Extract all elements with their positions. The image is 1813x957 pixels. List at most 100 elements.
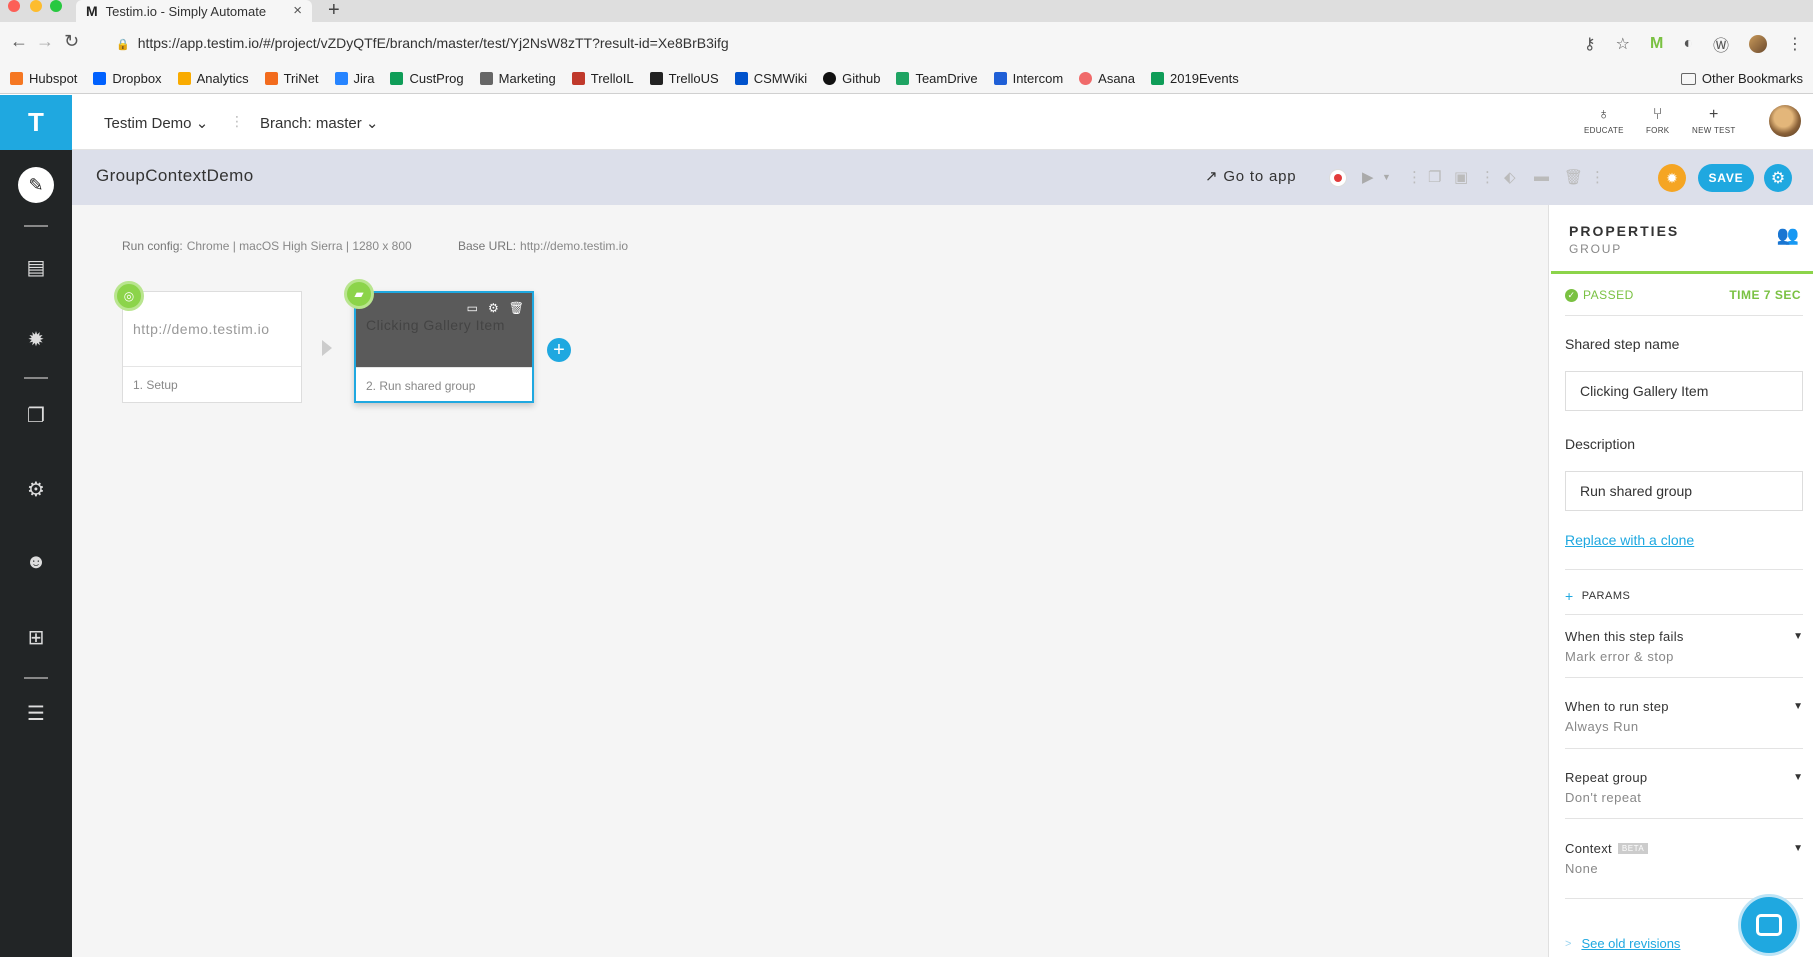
divider <box>1565 315 1803 316</box>
testim-logo[interactable]: T <box>0 95 72 150</box>
sidebar-item-editor[interactable]: ✎ <box>0 167 72 203</box>
bookmark-item[interactable]: Analytics <box>177 71 249 86</box>
trinet-icon <box>264 72 278 85</box>
star-icon[interactable]: ☆ <box>1616 34 1630 54</box>
when-step-fails-dropdown[interactable]: When this step fails Mark error & stop ▼ <box>1565 629 1803 664</box>
run-config[interactable]: Run config: Chrome | macOS High Sierra | … <box>122 239 412 253</box>
url-field[interactable]: 🔒 https://app.testim.io/#/project/vZDyQTf… <box>116 35 729 51</box>
sidebar-item-docs[interactable]: ☰ <box>0 701 72 726</box>
tag-icon[interactable]: ⬖ <box>1504 168 1516 186</box>
test-settings-button[interactable]: ⚙ <box>1764 164 1792 192</box>
folder-move-icon[interactable]: ▬ <box>1534 168 1549 185</box>
close-tab-icon[interactable]: × <box>293 2 302 19</box>
record-button[interactable] <box>1330 170 1346 186</box>
base-url[interactable]: Base URL: http://demo.testim.io <box>458 239 628 253</box>
bug-report-button[interactable]: ✹ <box>1658 164 1686 192</box>
bookmark-item[interactable]: TrelloIL <box>571 71 634 86</box>
address-bar-row: ← → ↻ 🔒 https://app.testim.io/#/project/v… <box>0 22 1813 64</box>
paste-icon[interactable]: ▣ <box>1454 168 1468 186</box>
other-bookmarks[interactable]: Other Bookmarks <box>1680 71 1803 86</box>
more-dots-icon[interactable]: ⋮ <box>1407 168 1422 186</box>
fork-button[interactable]: ⑂ FORK <box>1646 106 1669 136</box>
play-icon[interactable]: ▶ <box>1362 168 1374 186</box>
new-test-button[interactable]: + NEW TEST <box>1692 107 1736 136</box>
bookmark-item[interactable]: Marketing <box>479 71 556 86</box>
screenshot-icon[interactable]: ▭ <box>467 301 478 315</box>
app-top-bar: Testim Demo ⌄ ⋮ Branch: master ⌄ ♁ EDUCAT… <box>72 95 1813 150</box>
more-dots-icon[interactable]: ⋮ <box>1590 168 1605 186</box>
step-card-shared-group[interactable]: Clicking Gallery Item 2. Run shared grou… <box>354 291 534 403</box>
step-card-setup[interactable]: http://demo.testim.io 1. Setup <box>122 291 302 403</box>
bookmark-item[interactable]: Hubspot <box>10 71 77 86</box>
sidebar-divider <box>24 677 48 679</box>
trash-icon[interactable]: 🗑 <box>1564 168 1583 186</box>
extension-w-icon[interactable]: Ⓦ <box>1713 32 1729 56</box>
bookmark-item[interactable]: Asana <box>1079 71 1135 86</box>
bookmark-item[interactable]: Intercom <box>993 71 1063 86</box>
params-button[interactable]: + PARAMS <box>1565 588 1630 604</box>
project-selector[interactable]: Testim Demo ⌄ <box>104 114 208 132</box>
step-caption: 2. Run shared group <box>366 379 476 393</box>
sidebar-item-users[interactable]: ☻ <box>0 551 72 574</box>
sidebar-item-integrations[interactable]: ⊞ <box>0 625 72 650</box>
browser-tab[interactable]: M Testim.io - Simply Automate × <box>76 0 312 22</box>
bookmark-item[interactable]: 2019Events <box>1151 71 1239 86</box>
replace-with-clone-link[interactable]: Replace with a clone <box>1565 532 1694 548</box>
bookmark-item[interactable]: TriNet <box>264 71 319 86</box>
bookmark-item[interactable]: Dropbox <box>93 71 162 86</box>
bookmark-item[interactable]: Github <box>823 71 880 86</box>
bookmark-item[interactable]: TeamDrive <box>896 71 978 86</box>
context-dropdown[interactable]: Context BETA None ▼ <box>1565 841 1803 876</box>
description-field[interactable] <box>1565 471 1803 511</box>
sidebar-item-tests[interactable]: ▤ <box>0 255 72 280</box>
lightbulb-icon: ♁ <box>1597 106 1611 123</box>
sidebar-item-runs[interactable]: ✹ <box>0 327 72 352</box>
bookmark-item[interactable]: TrelloUS <box>649 71 719 86</box>
branch-selector[interactable]: Branch: master ⌄ <box>260 114 378 132</box>
test-name[interactable]: GroupContextDemo <box>96 166 254 186</box>
bookmark-item[interactable]: CustProg <box>390 71 464 86</box>
caret-down-icon: ▼ <box>1793 631 1803 642</box>
fork-icon: ⑂ <box>1652 106 1663 123</box>
window-minimize-button[interactable] <box>30 0 42 12</box>
sidebar-item-settings[interactable]: ⚙ <box>0 477 72 502</box>
extension-circle-icon[interactable]: ◐ <box>1683 35 1693 53</box>
browser-menu-icon[interactable]: ⋮ <box>1787 34 1803 54</box>
window-close-button[interactable] <box>8 0 20 12</box>
gear-icon[interactable]: ⚙ <box>488 301 499 315</box>
analytics-icon <box>177 72 191 85</box>
plus-icon: + <box>1565 588 1574 604</box>
shared-step-name-field[interactable] <box>1565 371 1803 411</box>
add-step-button[interactable]: + <box>547 338 571 362</box>
key-icon[interactable]: ⚷ <box>1584 34 1596 54</box>
hubspot-icon <box>10 72 23 85</box>
browser-toolbar-icons: ⚷ ☆ M ◐ Ⓦ ⋮ <box>1584 32 1803 56</box>
new-tab-icon[interactable]: + <box>328 0 340 22</box>
doc-icon: ☰ <box>27 703 45 725</box>
see-old-revisions-link[interactable]: See old revisions <box>1581 936 1680 951</box>
when-to-run-dropdown[interactable]: When to run step Always Run ▼ <box>1565 699 1803 734</box>
bookmark-item[interactable]: Jira <box>334 71 374 86</box>
testim-favicon-icon: M <box>86 3 98 19</box>
save-button[interactable]: SAVE <box>1698 164 1754 192</box>
profile-avatar[interactable] <box>1749 35 1767 53</box>
educate-button[interactable]: ♁ EDUCATE <box>1584 106 1624 136</box>
copy-icon[interactable]: ❐ <box>1428 168 1441 186</box>
chrome-icon: ◎ <box>114 281 144 311</box>
trash-icon[interactable]: 🗑 <box>509 301 524 315</box>
people-icon[interactable]: 👥 <box>1777 225 1799 246</box>
bookmark-item[interactable]: CSMWiki <box>734 71 807 86</box>
reload-icon[interactable]: ↻ <box>64 31 79 52</box>
extension-m-icon[interactable]: M <box>1650 35 1663 53</box>
window-maximize-button[interactable] <box>50 0 62 12</box>
sidebar-item-suites[interactable]: ❐ <box>0 403 72 428</box>
forward-arrow-icon[interactable]: → <box>36 31 54 52</box>
user-avatar[interactable] <box>1769 105 1801 137</box>
go-to-app-button[interactable]: ↗ Go to app <box>1205 167 1296 185</box>
repeat-group-dropdown[interactable]: Repeat group Don't repeat ▼ <box>1565 770 1803 805</box>
play-options-caret-icon[interactable]: ▼ <box>1382 172 1391 182</box>
more-dots-icon[interactable]: ⋮ <box>1480 168 1495 186</box>
back-arrow-icon[interactable]: ← <box>10 31 28 52</box>
caret-down-icon: ▼ <box>1793 843 1803 854</box>
support-chat-button[interactable] <box>1738 894 1800 956</box>
